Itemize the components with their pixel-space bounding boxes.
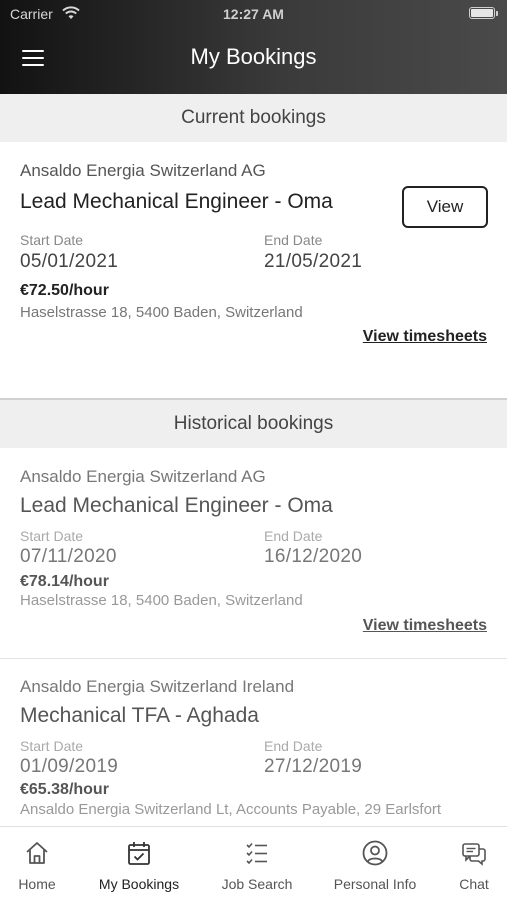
job-title: Lead Mechanical Engineer - Oma bbox=[20, 190, 333, 213]
end-date-value: 21/05/2021 bbox=[264, 251, 363, 272]
user-circle-icon bbox=[362, 840, 388, 866]
start-date-value: 05/01/2021 bbox=[20, 251, 119, 272]
tab-label: Chat bbox=[459, 876, 489, 892]
historical-booking-card: Ansaldo Energia Switzerland AG Lead Mech… bbox=[0, 448, 507, 658]
end-date-value: 16/12/2020 bbox=[264, 546, 363, 567]
tab-label: Personal Info bbox=[333, 876, 417, 892]
company-name: Ansaldo Energia Switzerland Ireland bbox=[20, 677, 295, 696]
tab-personal-info[interactable]: Personal Info bbox=[325, 827, 425, 901]
tab-label: Job Search bbox=[221, 876, 293, 892]
end-date-label: End Date bbox=[264, 528, 323, 544]
company-name: Ansaldo Energia Switzerland AG bbox=[20, 161, 266, 180]
hourly-rate: €78.14/hour bbox=[20, 573, 109, 590]
current-booking-card: Ansaldo Energia Switzerland AG Lead Mech… bbox=[0, 142, 507, 398]
tab-label: Home bbox=[18, 876, 56, 892]
view-timesheets-link[interactable]: View timesheets bbox=[363, 328, 487, 346]
calendar-check-icon bbox=[128, 842, 150, 865]
job-title: Mechanical TFA - Aghada bbox=[20, 704, 259, 727]
end-date-label: End Date bbox=[264, 232, 323, 248]
app-header: Carrier 12:27 AM My Bookings bbox=[0, 0, 507, 94]
start-date-value: 01/09/2019 bbox=[20, 756, 119, 777]
historical-booking-card: Ansaldo Energia Switzerland Ireland Mech… bbox=[0, 659, 507, 826]
checklist-icon bbox=[246, 842, 267, 865]
company-name: Ansaldo Energia Switzerland AG bbox=[20, 467, 266, 486]
home-icon bbox=[26, 842, 48, 864]
chat-icon bbox=[462, 843, 486, 866]
end-date-label: End Date bbox=[264, 738, 323, 754]
page-title: My Bookings bbox=[190, 44, 317, 69]
start-date-label: Start Date bbox=[20, 738, 84, 754]
battery-icon bbox=[469, 7, 498, 19]
start-date-value: 07/11/2020 bbox=[20, 546, 117, 567]
tab-job-search[interactable]: Job Search bbox=[210, 827, 304, 901]
view-timesheets-link[interactable]: View timesheets bbox=[363, 617, 487, 635]
booking-address: Ansaldo Energia Switzerland Lt, Accounts… bbox=[20, 801, 442, 818]
start-date-label: Start Date bbox=[20, 232, 84, 248]
view-booking-button[interactable]: View bbox=[402, 186, 488, 228]
job-title: Lead Mechanical Engineer - Oma bbox=[20, 494, 333, 517]
end-date-value: 27/12/2019 bbox=[264, 756, 363, 777]
tab-label: My Bookings bbox=[98, 876, 180, 892]
clock: 12:27 AM bbox=[223, 6, 284, 22]
hourly-rate: €72.50/hour bbox=[20, 282, 109, 299]
hourly-rate: €65.38/hour bbox=[20, 781, 109, 798]
tab-my-bookings[interactable]: My Bookings bbox=[92, 827, 186, 901]
bottom-tab-bar: Home My Bookings Job Search Personal Inf… bbox=[0, 826, 507, 901]
status-bar: Carrier 12:27 AM bbox=[0, 0, 507, 28]
current-bookings-heading: Current bookings bbox=[0, 94, 507, 142]
historical-bookings-heading: Historical bookings bbox=[0, 400, 507, 448]
tab-home[interactable]: Home bbox=[0, 827, 74, 901]
tab-chat[interactable]: Chat bbox=[446, 827, 502, 901]
start-date-label: Start Date bbox=[20, 528, 84, 544]
booking-address: Haselstrasse 18, 5400 Baden, Switzerland bbox=[20, 592, 303, 609]
booking-address: Haselstrasse 18, 5400 Baden, Switzerland bbox=[20, 304, 303, 321]
